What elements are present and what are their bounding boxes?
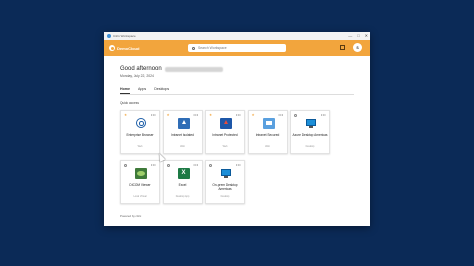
tab-bar: Home Apps Desktops <box>120 87 169 94</box>
app-card-excel[interactable]: ••• Excel Desktop App <box>162 160 203 204</box>
favorite-toggle-icon[interactable] <box>166 164 170 167</box>
more-options-icon[interactable]: ••• <box>236 162 241 167</box>
app-name: Intranet Isolated <box>171 133 194 137</box>
app-type: Local Virtual <box>133 195 147 198</box>
app-name: Intranet Secured <box>255 133 280 137</box>
activity-icon[interactable] <box>340 45 345 50</box>
app-card-enterprise-browser[interactable]: ★ ••• Enterprise Browser Web <box>120 110 160 154</box>
window-title: Citrix Workspace <box>113 34 136 38</box>
app-type: Desktop <box>220 195 230 198</box>
dicom-icon <box>135 168 147 179</box>
search-input[interactable]: Search Workspace <box>188 44 286 52</box>
minimize-button[interactable]: — <box>348 33 352 39</box>
app-name: Intranet Protected <box>212 133 238 137</box>
intranet-secured-icon <box>262 118 275 129</box>
app-name: On-prem Desktop Americas <box>212 183 238 191</box>
app-icon <box>107 34 111 38</box>
app-name: Excel <box>178 183 187 187</box>
tab-apps[interactable]: Apps <box>138 87 146 94</box>
brand-logo[interactable]: DemoCloud <box>109 45 139 51</box>
desktop-icon <box>305 118 317 129</box>
more-options-icon[interactable]: ••• <box>151 162 156 167</box>
app-header: DemoCloud Search Workspace S <box>104 40 370 56</box>
maximize-button[interactable]: □ <box>357 33 359 39</box>
app-card-intranet-isolated[interactable]: ★ ••• Intranet Isolated Web <box>162 110 203 154</box>
favorite-star-icon[interactable]: ★ <box>124 113 127 117</box>
favorite-star-icon[interactable]: ★ <box>252 113 255 117</box>
app-name: Enterprise Browser <box>126 133 154 137</box>
cloud-icon <box>109 45 115 51</box>
more-options-icon[interactable]: ••• <box>193 162 198 167</box>
user-name-redacted <box>164 66 223 72</box>
app-type: Web <box>222 145 228 148</box>
search-placeholder: Search Workspace <box>198 46 227 50</box>
favorite-toggle-icon[interactable] <box>124 164 127 167</box>
quick-access-grid: ★ ••• Enterprise Browser Web ★ ••• Intra… <box>120 110 330 204</box>
app-card-intranet-protected[interactable]: ★ ••• Intranet Protected Web <box>205 110 245 154</box>
app-type: Web <box>137 145 143 148</box>
browser-icon <box>136 118 146 128</box>
section-title: Quick access <box>120 101 139 105</box>
favorite-star-icon[interactable]: ★ <box>167 113 170 117</box>
greeting-text: Good afternoon <box>120 66 162 72</box>
close-button[interactable]: ✕ <box>365 33 368 39</box>
tab-home[interactable]: Home <box>120 87 130 94</box>
app-name: DICOM Viewer <box>129 183 151 187</box>
app-card-onprem-desktop[interactable]: ••• On-prem Desktop Americas Desktop <box>205 160 245 204</box>
favorite-toggle-icon[interactable] <box>209 164 212 167</box>
app-card-dicom-viewer[interactable]: ••• DICOM Viewer Local Virtual <box>120 160 160 204</box>
excel-icon <box>177 168 190 179</box>
desktop-icon <box>220 168 232 179</box>
more-options-icon[interactable]: ••• <box>193 112 198 117</box>
app-type: Desktop App <box>175 195 190 198</box>
avatar[interactable]: S <box>353 43 362 52</box>
more-options-icon[interactable]: ••• <box>321 112 326 117</box>
app-type: Web <box>265 145 270 148</box>
more-options-icon[interactable]: ••• <box>151 112 156 117</box>
workspace-window: Citrix Workspace — □ ✕ DemoCloud Search … <box>104 32 370 226</box>
intranet-icon <box>177 118 190 129</box>
search-icon <box>192 46 195 50</box>
current-date: Monday, July 22, 2024 <box>120 74 154 78</box>
title-bar: Citrix Workspace — □ ✕ <box>104 32 370 40</box>
app-name: Azure Desktop Americas <box>292 133 328 137</box>
footer-powered-by: Powered by citrix <box>120 214 142 218</box>
favorite-star-icon[interactable]: ★ <box>209 113 212 117</box>
app-card-azure-desktop[interactable]: ••• Azure Desktop Americas Desktop <box>290 110 330 154</box>
app-type: Desktop <box>305 145 315 148</box>
more-options-icon[interactable]: ••• <box>278 112 283 117</box>
app-type: Web <box>180 145 185 148</box>
greeting: Good afternoon <box>120 66 223 72</box>
favorite-toggle-icon[interactable] <box>294 114 297 117</box>
tab-desktops[interactable]: Desktops <box>154 87 169 94</box>
intranet-protected-icon <box>220 118 232 129</box>
brand-name: DemoCloud <box>117 45 140 51</box>
app-card-intranet-secured[interactable]: ★ ••• Intranet Secured Web <box>247 110 288 154</box>
more-options-icon[interactable]: ••• <box>236 112 241 117</box>
